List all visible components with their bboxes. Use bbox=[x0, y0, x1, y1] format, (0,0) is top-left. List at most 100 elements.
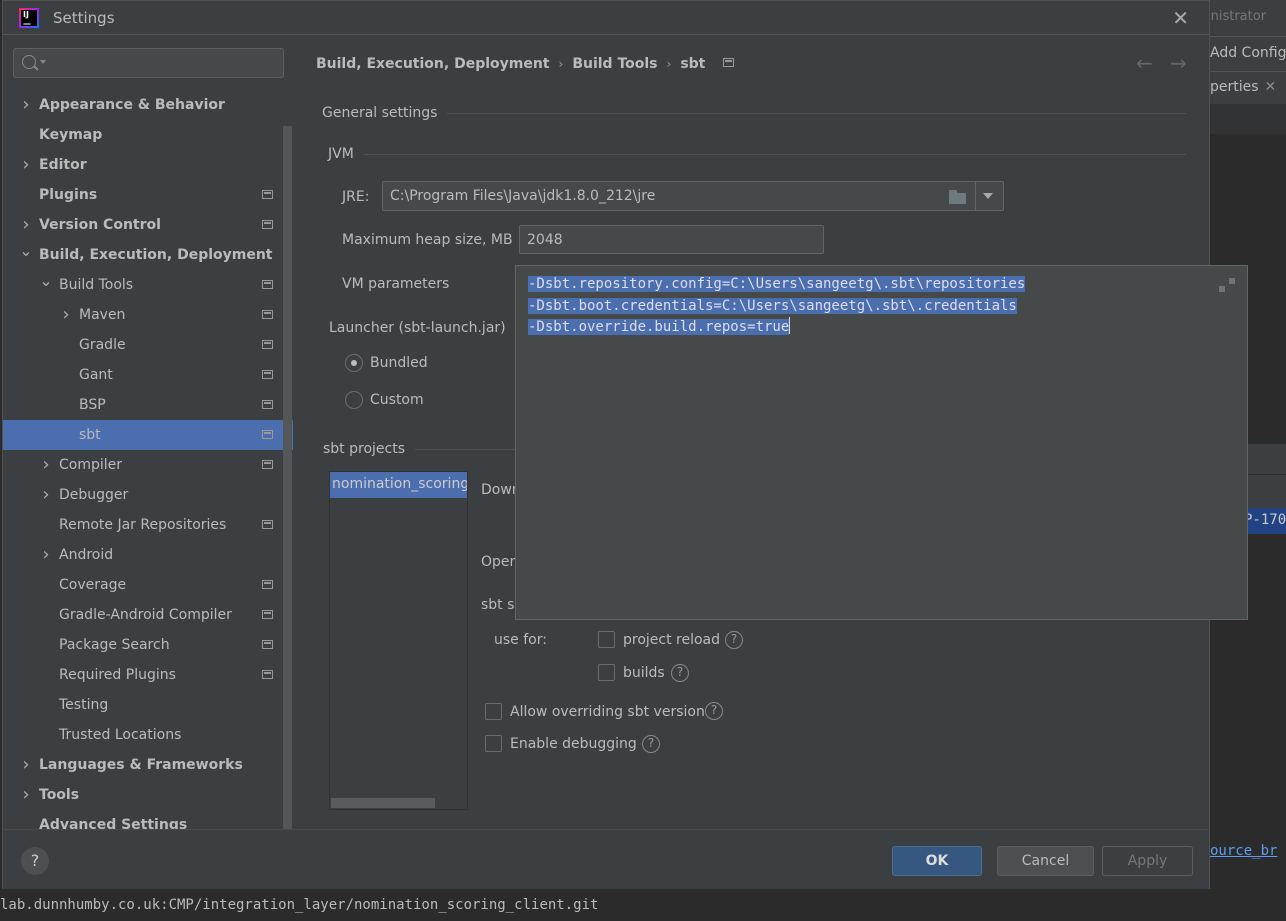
chevron-right-icon[interactable]: › bbox=[19, 90, 33, 120]
vm-parameters-expanded-editor[interactable]: -Dsbt.repository.config=C:\Users\sangeet… bbox=[515, 265, 1248, 620]
sidebar-item-label: sbt bbox=[79, 427, 101, 443]
ok-button[interactable]: OK bbox=[892, 846, 982, 876]
custom-radio[interactable] bbox=[345, 391, 363, 409]
sidebar-item-gradle-android-compiler[interactable]: Gradle-Android Compiler bbox=[3, 600, 293, 630]
sidebar-item-label: Debugger bbox=[59, 487, 129, 503]
sidebar-item-trusted-locations[interactable]: Trusted Locations bbox=[3, 720, 293, 750]
sidebar-item-plugins[interactable]: Plugins bbox=[3, 180, 293, 210]
apply-button[interactable]: Apply bbox=[1102, 846, 1193, 876]
properties-tab[interactable]: perties ✕ bbox=[1210, 72, 1286, 104]
sidebar-item-remote-jar-repositories[interactable]: Remote Jar Repositories bbox=[3, 510, 293, 540]
allow-override-checkbox[interactable] bbox=[485, 703, 502, 720]
text-caret bbox=[789, 317, 791, 334]
settings-tree: › Appearance & Behavior Keymap › Editor Plugi… bbox=[3, 90, 293, 840]
chevron-right-icon[interactable]: › bbox=[19, 750, 33, 780]
sidebar-item-keymap[interactable]: Keymap bbox=[3, 120, 293, 150]
help-icon[interactable]: ? bbox=[642, 735, 660, 753]
project-level-icon bbox=[262, 400, 273, 409]
sidebar-item-required-plugins[interactable]: Required Plugins bbox=[3, 660, 293, 690]
back-arrow-icon[interactable]: ← bbox=[1136, 51, 1153, 75]
cancel-button[interactable]: Cancel bbox=[997, 846, 1094, 876]
settings-dialog: IJ — Settings ✕ › Appearance & Behavior Key… bbox=[2, 0, 1248, 889]
heap-size-input[interactable]: 2048 bbox=[519, 225, 824, 254]
sidebar-item-label: Editor bbox=[39, 157, 87, 173]
chevron-down-icon[interactable]: ⌄ bbox=[19, 240, 33, 262]
list-item[interactable]: nomination_scoring_ bbox=[330, 472, 467, 498]
close-tab-icon[interactable]: ✕ bbox=[1265, 79, 1277, 95]
divider bbox=[975, 182, 976, 210]
search-icon bbox=[22, 55, 36, 69]
sidebar-item-package-search[interactable]: Package Search bbox=[3, 630, 293, 660]
forward-arrow-icon[interactable]: → bbox=[1170, 51, 1187, 75]
section-title: General settings bbox=[322, 105, 438, 121]
project-level-icon bbox=[262, 610, 273, 619]
help-icon[interactable]: ? bbox=[671, 664, 689, 682]
bundled-radio[interactable] bbox=[345, 354, 363, 372]
sidebar-item-sbt[interactable]: sbt bbox=[3, 420, 293, 450]
chevron-right-icon[interactable]: › bbox=[39, 480, 53, 510]
chevron-right-icon[interactable]: › bbox=[39, 450, 53, 480]
folder-open-icon[interactable] bbox=[949, 190, 967, 204]
sidebar-item-gant[interactable]: Gant bbox=[3, 360, 293, 390]
sidebar-item-editor[interactable]: › Editor bbox=[3, 150, 293, 180]
project-level-icon bbox=[723, 58, 735, 67]
use-for-label: use for: bbox=[494, 632, 547, 648]
sidebar-item-version-control[interactable]: › Version Control bbox=[3, 210, 293, 240]
chevron-down-icon[interactable]: ⌄ bbox=[39, 270, 53, 292]
sidebar-item-testing[interactable]: Testing bbox=[3, 690, 293, 720]
allow-override-label[interactable]: Allow overriding sbt version bbox=[510, 704, 705, 720]
breadcrumb-item[interactable]: Build, Execution, Deployment bbox=[316, 56, 550, 72]
project-reload-checkbox[interactable] bbox=[598, 631, 615, 648]
builds-checkbox[interactable] bbox=[598, 664, 615, 681]
chevron-down-icon[interactable] bbox=[983, 193, 993, 199]
admin-text: inistrator bbox=[1207, 9, 1267, 24]
search-history-caret-icon[interactable] bbox=[40, 60, 46, 64]
breadcrumb-item[interactable]: Build Tools bbox=[572, 56, 657, 72]
jre-combobox[interactable]: C:\Program Files\Java\jdk1.8.0_212\jre bbox=[382, 181, 1004, 211]
chevron-right-icon[interactable]: › bbox=[19, 780, 33, 810]
custom-label[interactable]: Custom bbox=[370, 392, 424, 408]
vm-parameters-text[interactable]: -Dsbt.repository.config=C:\Users\sangeet… bbox=[528, 274, 1026, 339]
sidebar-item-tools[interactable]: › Tools bbox=[3, 780, 293, 810]
sidebar-item-build-execution-deployment[interactable]: ⌄ Build, Execution, Deployment bbox=[3, 240, 293, 270]
editor-link[interactable]: ource_br bbox=[1210, 843, 1286, 859]
builds-label[interactable]: builds bbox=[623, 665, 665, 681]
search-input[interactable] bbox=[13, 48, 284, 78]
sidebar-item-android[interactable]: › Android bbox=[3, 540, 293, 570]
project-reload-label[interactable]: project reload bbox=[623, 632, 720, 648]
sidebar-item-debugger[interactable]: › Debugger bbox=[3, 480, 293, 510]
bundled-label[interactable]: Bundled bbox=[370, 355, 428, 371]
sidebar-item-languages-frameworks[interactable]: › Languages & Frameworks bbox=[3, 750, 293, 780]
properties-tab-label: perties bbox=[1210, 79, 1259, 95]
intellij-app-icon: IJ — bbox=[19, 8, 39, 28]
enable-debugging-label[interactable]: Enable debugging bbox=[510, 736, 637, 752]
sidebar-item-coverage[interactable]: Coverage bbox=[3, 570, 293, 600]
chevron-right-icon[interactable]: › bbox=[19, 150, 33, 180]
breadcrumb-item: sbt bbox=[680, 56, 706, 72]
sidebar-item-label: Plugins bbox=[39, 187, 98, 203]
sidebar-item-gradle[interactable]: Gradle bbox=[3, 330, 293, 360]
sidebar-scrollbar[interactable] bbox=[283, 126, 292, 829]
sidebar-item-appearance-behavior[interactable]: › Appearance & Behavior bbox=[3, 90, 293, 120]
sidebar-item-maven[interactable]: › Maven bbox=[3, 300, 293, 330]
help-button[interactable]: ? bbox=[21, 847, 49, 875]
close-icon[interactable]: ✕ bbox=[1172, 6, 1189, 30]
project-level-icon bbox=[262, 220, 273, 229]
chevron-right-icon[interactable]: › bbox=[39, 540, 53, 570]
add-configuration-button[interactable]: Add Config bbox=[1210, 36, 1286, 72]
enable-debugging-checkbox[interactable] bbox=[485, 735, 502, 752]
open-label: Open bbox=[481, 554, 519, 570]
section-title: Launcher (sbt-launch.jar) bbox=[329, 320, 506, 336]
project-level-icon bbox=[262, 430, 273, 439]
divider bbox=[363, 153, 1186, 155]
help-icon[interactable]: ? bbox=[705, 702, 723, 720]
sidebar-item-compiler[interactable]: › Compiler bbox=[3, 450, 293, 480]
help-icon[interactable]: ? bbox=[725, 631, 743, 649]
collapse-icon[interactable] bbox=[1219, 276, 1235, 292]
sbt-projects-list[interactable]: nomination_scoring_ bbox=[329, 471, 468, 810]
chevron-right-icon[interactable]: › bbox=[59, 300, 73, 330]
chevron-right-icon[interactable]: › bbox=[19, 210, 33, 240]
list-horizontal-scrollbar[interactable] bbox=[331, 798, 435, 808]
sidebar-item-build-tools[interactable]: ⌄ Build Tools bbox=[3, 270, 293, 300]
sidebar-item-bsp[interactable]: BSP bbox=[3, 390, 293, 420]
